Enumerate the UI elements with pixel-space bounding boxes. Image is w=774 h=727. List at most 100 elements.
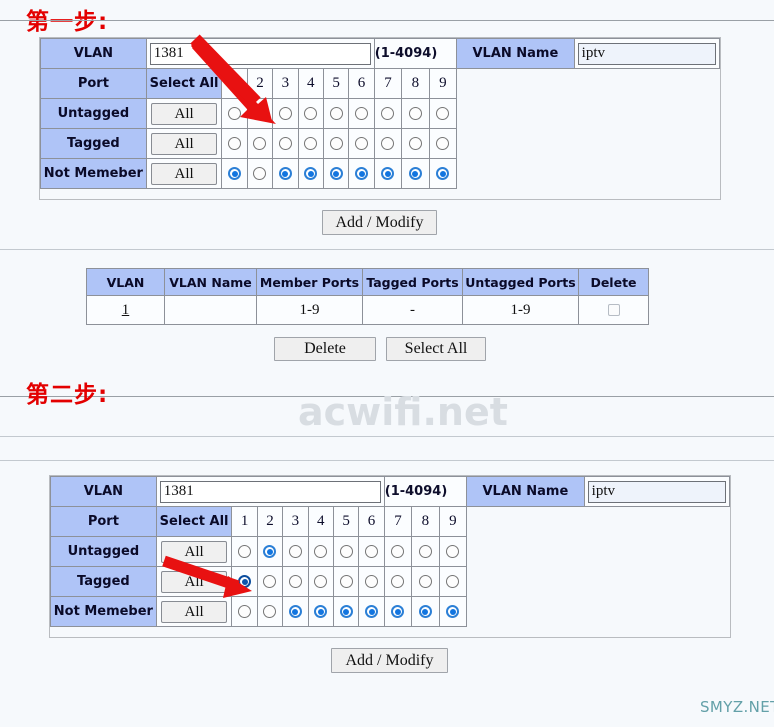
not-member-2-port-2-cell[interactable] bbox=[256, 596, 284, 627]
not-member-port-9-radio[interactable] bbox=[436, 167, 450, 180]
not-member-port-4-radio[interactable] bbox=[304, 167, 318, 180]
untagged-2-port-2-radio[interactable] bbox=[263, 545, 277, 558]
not-member-2-port-7-radio[interactable] bbox=[391, 605, 405, 618]
tagged-port-7-cell[interactable] bbox=[373, 128, 403, 159]
not-member-port-8-radio[interactable] bbox=[408, 167, 422, 180]
tagged-2-port-7-cell[interactable] bbox=[383, 566, 413, 597]
not-member-2-port-2-radio[interactable] bbox=[263, 605, 277, 618]
add-modify-button-1[interactable]: Add / Modify bbox=[322, 210, 437, 235]
tagged-2-port-2-radio[interactable] bbox=[263, 575, 277, 588]
select-all-button[interactable]: Select All bbox=[386, 337, 486, 361]
tagged-2-port-6-cell[interactable] bbox=[358, 566, 385, 597]
untagged-port-8-cell[interactable] bbox=[401, 98, 430, 129]
not-member-2-port-9-cell[interactable] bbox=[438, 596, 468, 627]
untagged-2-port-5-cell[interactable] bbox=[332, 536, 360, 567]
untagged-port-1-cell[interactable] bbox=[221, 98, 248, 129]
untagged-port-3-cell[interactable] bbox=[272, 98, 299, 129]
untagged-2-port-5-radio[interactable] bbox=[339, 545, 353, 558]
untagged-2-port-9-cell[interactable] bbox=[438, 536, 468, 567]
tagged-2-port-9-radio[interactable] bbox=[446, 575, 460, 588]
vlan-name-input[interactable] bbox=[577, 42, 716, 65]
not-member-2-port-1-cell[interactable] bbox=[231, 596, 258, 627]
tagged-2-port-2-cell[interactable] bbox=[256, 566, 284, 597]
tagged-2-port-5-cell[interactable] bbox=[332, 566, 360, 597]
untagged-port-6-cell[interactable] bbox=[348, 98, 375, 129]
vlan-name-input-2[interactable] bbox=[587, 480, 726, 503]
tagged-2-port-3-radio[interactable] bbox=[288, 575, 302, 588]
tagged-port-4-cell[interactable] bbox=[297, 128, 324, 159]
delete-button[interactable]: Delete bbox=[274, 337, 376, 361]
untagged-port-2-cell[interactable] bbox=[246, 98, 274, 129]
untagged-2-port-1-radio[interactable] bbox=[238, 545, 252, 558]
not-member-port-6-radio[interactable] bbox=[355, 167, 369, 180]
untagged-port-8-radio[interactable] bbox=[408, 107, 422, 120]
not-member-2-port-4-cell[interactable] bbox=[307, 596, 334, 627]
untagged-2-port-9-radio[interactable] bbox=[446, 545, 460, 558]
not-member-2-port-9-radio[interactable] bbox=[446, 605, 460, 618]
not-member-port-1-cell[interactable] bbox=[221, 158, 248, 189]
tagged-2-port-1-cell[interactable] bbox=[231, 566, 258, 597]
untagged-all-button-2[interactable]: All bbox=[160, 540, 228, 563]
untagged-port-7-cell[interactable] bbox=[373, 98, 403, 129]
vlan-id-link[interactable]: 1 bbox=[122, 302, 130, 318]
tagged-port-1-radio[interactable] bbox=[228, 137, 242, 150]
untagged-port-9-cell[interactable] bbox=[428, 98, 458, 129]
untagged-2-port-8-cell[interactable] bbox=[411, 536, 440, 567]
tagged-2-port-4-cell[interactable] bbox=[307, 566, 334, 597]
not-member-port-1-radio[interactable] bbox=[228, 167, 242, 180]
untagged-2-port-7-radio[interactable] bbox=[391, 545, 405, 558]
untagged-2-port-4-cell[interactable] bbox=[307, 536, 334, 567]
not-member-port-2-cell[interactable] bbox=[246, 158, 274, 189]
tagged-2-port-8-radio[interactable] bbox=[418, 575, 432, 588]
tagged-port-8-radio[interactable] bbox=[408, 137, 422, 150]
untagged-2-port-3-cell[interactable] bbox=[282, 536, 309, 567]
tagged-port-6-radio[interactable] bbox=[355, 137, 369, 150]
untagged-2-port-6-radio[interactable] bbox=[365, 545, 379, 558]
vlan-id-input[interactable] bbox=[149, 42, 371, 65]
untagged-port-7-radio[interactable] bbox=[381, 107, 395, 120]
not-member-2-port-3-radio[interactable] bbox=[288, 605, 302, 618]
not-member-all-button[interactable]: All bbox=[150, 162, 218, 185]
not-member-port-6-cell[interactable] bbox=[348, 158, 375, 189]
untagged-2-port-3-radio[interactable] bbox=[288, 545, 302, 558]
untagged-2-port-4-radio[interactable] bbox=[314, 545, 328, 558]
untagged-port-9-radio[interactable] bbox=[436, 107, 450, 120]
not-member-port-8-cell[interactable] bbox=[401, 158, 430, 189]
not-member-2-port-5-cell[interactable] bbox=[332, 596, 360, 627]
not-member-port-3-radio[interactable] bbox=[278, 167, 292, 180]
delete-row-checkbox[interactable] bbox=[607, 304, 620, 317]
tagged-all-button[interactable]: All bbox=[150, 132, 218, 155]
tagged-port-9-cell[interactable] bbox=[428, 128, 458, 159]
tagged-port-4-radio[interactable] bbox=[304, 137, 318, 150]
not-member-port-2-radio[interactable] bbox=[253, 167, 267, 180]
tagged-port-6-cell[interactable] bbox=[348, 128, 375, 159]
not-member-port-5-cell[interactable] bbox=[322, 158, 350, 189]
tagged-all-button-2[interactable]: All bbox=[160, 570, 228, 593]
not-member-2-port-7-cell[interactable] bbox=[383, 596, 413, 627]
tagged-2-port-9-cell[interactable] bbox=[438, 566, 468, 597]
untagged-port-6-radio[interactable] bbox=[355, 107, 369, 120]
not-member-2-port-3-cell[interactable] bbox=[282, 596, 309, 627]
not-member-2-port-8-cell[interactable] bbox=[411, 596, 440, 627]
tagged-2-port-4-radio[interactable] bbox=[314, 575, 328, 588]
not-member-port-7-radio[interactable] bbox=[381, 167, 395, 180]
tagged-port-9-radio[interactable] bbox=[436, 137, 450, 150]
not-member-2-port-4-radio[interactable] bbox=[314, 605, 328, 618]
tagged-port-5-radio[interactable] bbox=[329, 137, 343, 150]
untagged-2-port-1-cell[interactable] bbox=[231, 536, 258, 567]
tagged-port-3-cell[interactable] bbox=[272, 128, 299, 159]
tagged-port-7-radio[interactable] bbox=[381, 137, 395, 150]
tagged-port-3-radio[interactable] bbox=[278, 137, 292, 150]
tagged-2-port-5-radio[interactable] bbox=[339, 575, 353, 588]
not-member-port-4-cell[interactable] bbox=[297, 158, 324, 189]
tagged-port-1-cell[interactable] bbox=[221, 128, 248, 159]
untagged-port-3-radio[interactable] bbox=[278, 107, 292, 120]
tagged-port-5-cell[interactable] bbox=[322, 128, 350, 159]
not-member-port-9-cell[interactable] bbox=[428, 158, 458, 189]
tagged-2-port-7-radio[interactable] bbox=[391, 575, 405, 588]
tagged-2-port-8-cell[interactable] bbox=[411, 566, 440, 597]
not-member-2-port-6-radio[interactable] bbox=[365, 605, 379, 618]
untagged-2-port-7-cell[interactable] bbox=[383, 536, 413, 567]
not-member-port-5-radio[interactable] bbox=[329, 167, 343, 180]
untagged-2-port-8-radio[interactable] bbox=[418, 545, 432, 558]
